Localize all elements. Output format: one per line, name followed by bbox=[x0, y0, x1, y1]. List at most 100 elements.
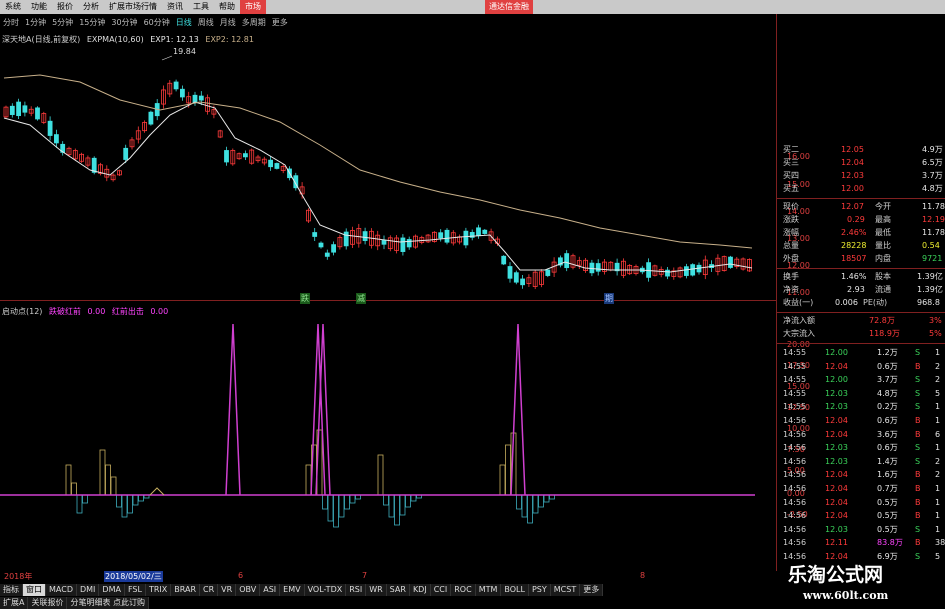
indicator-tab[interactable]: MTM bbox=[475, 584, 502, 596]
menu-function[interactable]: 功能 bbox=[26, 0, 52, 14]
indicator-tab[interactable]: ASI bbox=[260, 584, 281, 596]
candle-body bbox=[274, 163, 280, 169]
indicator-tab[interactable]: DMI bbox=[76, 584, 100, 596]
candle-body bbox=[507, 266, 513, 279]
candle-body bbox=[400, 237, 406, 252]
indicator-tab[interactable]: KDJ bbox=[409, 584, 431, 596]
tick-row: 14:56 12.11 83.8万 B 38 bbox=[783, 538, 945, 548]
tab-15min[interactable]: 15分钟 bbox=[76, 16, 108, 29]
tab-more[interactable]: 更多 bbox=[269, 16, 291, 29]
tab-30min[interactable]: 30分钟 bbox=[108, 16, 140, 29]
menu-market[interactable]: 市场 bbox=[240, 0, 266, 14]
indicator-tab[interactable]: CR bbox=[200, 584, 219, 596]
indicator-tab[interactable]: 更多 bbox=[580, 584, 604, 596]
tick-row: 14:56 12.04 0.5万 B 1 bbox=[783, 497, 941, 507]
signal-badge: 减 bbox=[356, 293, 366, 304]
candle-body bbox=[684, 266, 689, 276]
candle-body bbox=[22, 105, 28, 113]
candle-body bbox=[520, 278, 525, 286]
fund-row: 换手 1.46% 股本 1.39亿 bbox=[783, 272, 943, 281]
indicator-tab[interactable]: CCI bbox=[430, 584, 452, 596]
indicator-tab[interactable]: BRAR bbox=[171, 584, 201, 596]
signal-badge: 期 bbox=[604, 293, 614, 304]
indicator-tab[interactable]: EMV bbox=[280, 584, 305, 596]
indicator-tab[interactable]: ROC bbox=[451, 584, 476, 596]
indicator-tab[interactable]: WR bbox=[366, 584, 387, 596]
indicator-tab[interactable]: OBV bbox=[236, 584, 261, 596]
watermark-title: 乐淘公式网 bbox=[788, 564, 884, 586]
indicator-bar bbox=[499, 464, 506, 496]
indicator-tab[interactable]: MCST bbox=[550, 584, 581, 596]
indicator-tab[interactable]: VR bbox=[218, 584, 237, 596]
candle-body bbox=[513, 272, 519, 283]
indicator-bar bbox=[305, 464, 312, 496]
candle-body bbox=[179, 88, 185, 98]
tab-intraday[interactable]: 分时 bbox=[0, 16, 22, 29]
menu-ext-market[interactable]: 扩展市场行情 bbox=[104, 0, 162, 14]
candle-body bbox=[545, 269, 551, 276]
watermark: 乐淘公式网 www.60lt.com bbox=[778, 560, 945, 609]
indicator-bar bbox=[383, 494, 389, 506]
indicator-tab[interactable]: VOL-TDX bbox=[304, 584, 347, 596]
indicator-tab[interactable]: 指标 bbox=[0, 584, 23, 596]
tab-1min[interactable]: 1分钟 bbox=[22, 16, 49, 29]
indicator-bar bbox=[110, 476, 117, 496]
tab-monthly[interactable]: 月线 bbox=[217, 16, 239, 29]
sub-tab[interactable]: 关联报价 bbox=[28, 597, 68, 609]
sub-tab[interactable]: 扩展A bbox=[0, 597, 29, 609]
tick-row: 14:56 12.04 0.7万 B 1 bbox=[783, 484, 941, 493]
indicator-bar bbox=[322, 494, 328, 510]
indicator-tab[interactable]: RSI bbox=[346, 584, 367, 596]
indicator-bar bbox=[532, 494, 539, 514]
candle-body bbox=[148, 111, 154, 125]
indicator-tab[interactable]: SAR bbox=[386, 584, 410, 596]
candle-body bbox=[728, 256, 733, 268]
indicator-bar bbox=[127, 494, 133, 514]
menu-system[interactable]: 系统 bbox=[0, 0, 26, 14]
candle-body bbox=[324, 252, 330, 257]
indicator-tab[interactable]: DMA bbox=[99, 584, 125, 596]
indicator-bar bbox=[405, 494, 411, 508]
date-year: 2018年 bbox=[4, 572, 33, 581]
candlestick-chart[interactable]: 19.84 bbox=[0, 30, 776, 302]
period-tabs: 分时 1分钟 5分钟 15分钟 30分钟 60分钟 日线 周线 月线 多周期 更… bbox=[0, 16, 291, 29]
indicator-bar bbox=[527, 494, 533, 524]
indicator-bar bbox=[505, 444, 511, 496]
indicator-tab[interactable]: FSL bbox=[124, 584, 146, 596]
signal-spike bbox=[225, 323, 241, 496]
tick-row: 14:55 12.00 1.2万 S 1 bbox=[783, 348, 941, 357]
sub-tab[interactable]: 分笔明细表 点此订购 bbox=[67, 597, 150, 609]
menu-tools[interactable]: 工具 bbox=[188, 0, 214, 14]
tick-row: 14:55 12.00 3.7万 S 2 bbox=[783, 375, 941, 385]
indicator-tab[interactable]: TRIX bbox=[145, 584, 172, 596]
indicator-bar bbox=[132, 494, 139, 506]
tab-60min[interactable]: 60分钟 bbox=[141, 16, 173, 29]
indicator-tab[interactable]: PSY bbox=[528, 584, 551, 596]
candle-body bbox=[362, 231, 368, 241]
tab-5min[interactable]: 5分钟 bbox=[49, 16, 76, 29]
indicator-tab[interactable]: MACD bbox=[46, 584, 77, 596]
indicator-tab[interactable]: BOLL bbox=[501, 584, 529, 596]
candle-body bbox=[16, 101, 22, 117]
broker-button[interactable]: 通达信金融 bbox=[485, 0, 533, 14]
candle-body bbox=[224, 150, 229, 163]
indicator-chart[interactable] bbox=[0, 315, 776, 569]
tab-weekly[interactable]: 周线 bbox=[195, 16, 217, 29]
tab-multi-period[interactable]: 多周期 bbox=[239, 16, 269, 29]
indicator-bar bbox=[538, 494, 544, 508]
flow-row: 净流入额 72.8万 3% bbox=[783, 316, 942, 325]
candle-body bbox=[444, 229, 450, 243]
menu-quote[interactable]: 报价 bbox=[52, 0, 78, 14]
menu-analysis[interactable]: 分析 bbox=[78, 0, 104, 14]
tab-daily[interactable]: 日线 bbox=[173, 16, 195, 29]
quote-row: 外盘 18507 内盘 9721 bbox=[783, 254, 943, 263]
quote-panel: 买二 12.05 4.9万 买三 12.04 6.5万 买四 12.03 3.7万 买五 12… bbox=[776, 140, 945, 570]
indicator-tab[interactable]: 窗口 bbox=[23, 584, 46, 596]
candle-body bbox=[463, 230, 469, 246]
date-month: 8 bbox=[640, 571, 646, 580]
menu-help[interactable]: 帮助 bbox=[214, 0, 240, 14]
date-cursor[interactable]: 2018/05/02/三 bbox=[104, 571, 163, 582]
menu-news[interactable]: 资讯 bbox=[162, 0, 188, 14]
quote-row: 涨幅 2.46% 最低 11.78 bbox=[783, 228, 945, 237]
tick-row: 14:56 12.03 1.4万 S 2 bbox=[783, 456, 941, 466]
